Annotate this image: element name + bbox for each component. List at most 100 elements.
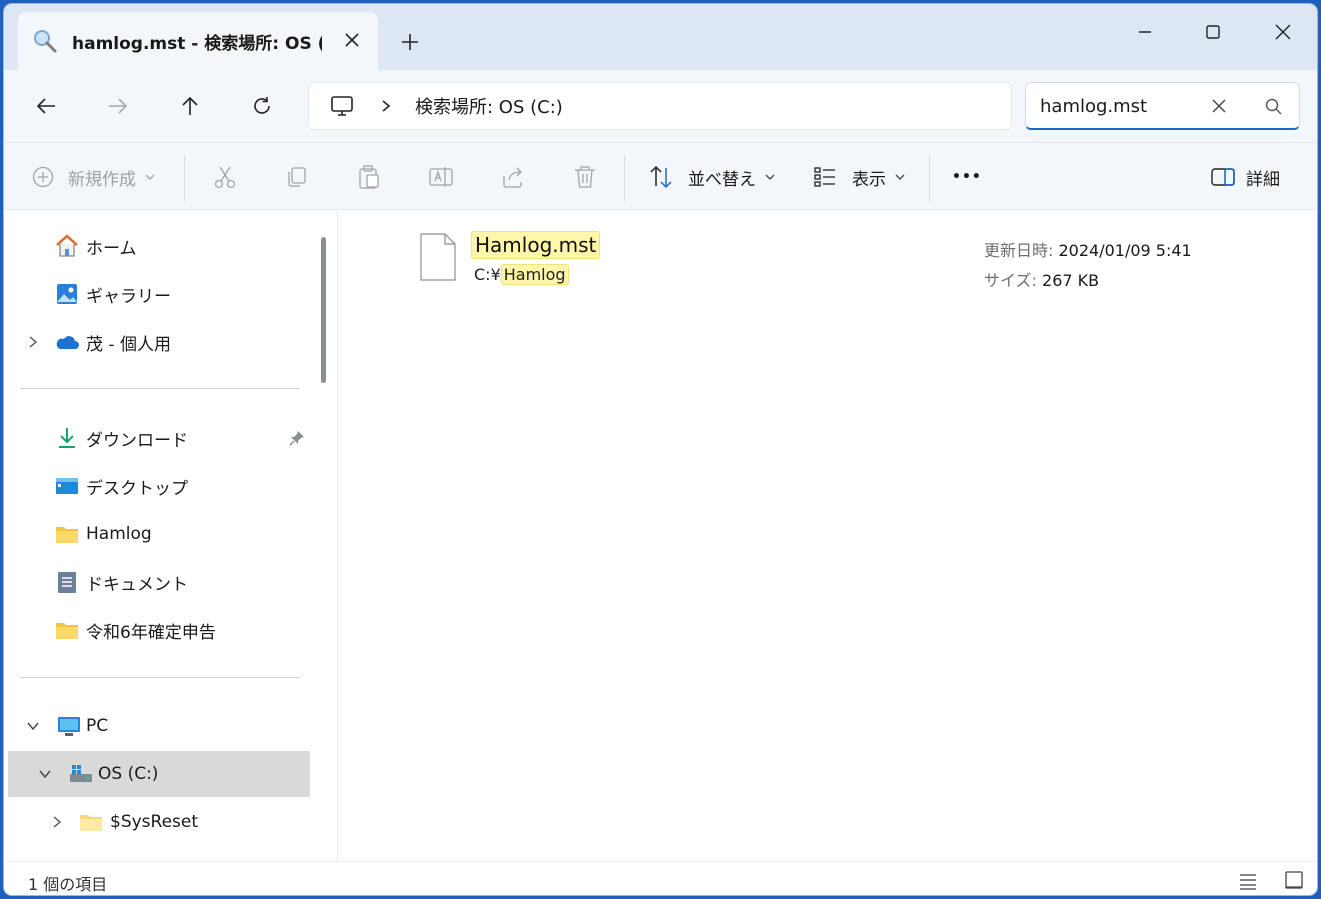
trash-icon [575, 166, 595, 188]
sidebar-item-label: ドキュメント [86, 574, 188, 595]
search-icon [34, 30, 57, 53]
clear-search-icon[interactable] [1210, 97, 1228, 115]
sidebar-item-label: ギャラリー [86, 286, 171, 307]
new-label: 新規作成 [68, 169, 136, 190]
computer-icon [58, 717, 80, 736]
sidebar-item-label: OS (C:) [98, 764, 159, 784]
file-name[interactable]: Hamlog.mst [471, 231, 601, 259]
sidebar-item-label: Hamlog [86, 524, 152, 544]
folder-icon [56, 623, 78, 639]
drive-icon [70, 765, 92, 782]
address-bar[interactable]: 検索場所: OS (C:) [308, 82, 1012, 130]
paste-button[interactable] [356, 143, 382, 211]
sidebar-item-os-c[interactable]: OS (C:) [8, 751, 310, 797]
details-view-icon[interactable] [1238, 870, 1258, 890]
sort-button[interactable]: 並べ替え [648, 143, 776, 211]
tab-search-results[interactable]: hamlog.mst - 検索場所: OS (C: [18, 12, 378, 70]
sort-label: 並べ替え [688, 169, 756, 190]
clipboard-icon [359, 165, 379, 189]
copy-icon [288, 167, 306, 187]
maximize-icon [1206, 25, 1220, 39]
sidebar-item-onedrive[interactable]: 茂 - 個人用 [4, 319, 310, 365]
plus-circle-icon [32, 166, 54, 188]
close-tab-icon[interactable] [342, 30, 362, 50]
file-icon [420, 233, 456, 281]
sidebar-item-label: 令和6年確定申告 [86, 622, 216, 643]
search-input[interactable] [1040, 93, 1210, 119]
large-icons-view-icon[interactable] [1284, 870, 1304, 890]
monitor-icon [331, 96, 353, 116]
onedrive-cloud-icon [56, 336, 79, 349]
new-button[interactable]: 新規作成 [32, 143, 156, 211]
forward-button[interactable] [102, 90, 134, 122]
sidebar-item-pc[interactable]: PC [4, 703, 310, 749]
gallery-icon [57, 284, 77, 304]
back-button[interactable] [30, 90, 62, 122]
chevron-down-icon [895, 174, 905, 180]
file-path-match: Hamlog [500, 264, 569, 285]
divider [20, 677, 300, 678]
sidebar-item-label: デスクトップ [86, 478, 188, 499]
sidebar-item-label: PC [86, 716, 109, 736]
chevron-down-icon[interactable] [26, 719, 40, 733]
cut-button[interactable] [212, 143, 238, 211]
chevron-down-icon[interactable] [38, 767, 52, 781]
divider [624, 155, 625, 201]
more-options-button[interactable]: ••• [952, 143, 982, 211]
home-icon [56, 234, 78, 257]
sidebar-item-desktop[interactable]: デスクトップ [4, 463, 310, 509]
sidebar-item-gallery[interactable]: ギャラリー [4, 271, 310, 317]
list-view-icon [814, 167, 835, 187]
rename-button[interactable] [428, 143, 454, 211]
copy-button[interactable] [284, 143, 310, 211]
close-icon [1275, 24, 1291, 40]
folder-icon [56, 527, 78, 543]
chevron-right-icon[interactable] [26, 335, 40, 349]
desktop-icon [56, 478, 78, 494]
chevron-right-icon[interactable] [50, 815, 64, 829]
navigation-pane: ホーム ギャラリー 茂 - 個人用 ダウンロード デスクトップ Hamlog ド… [4, 211, 338, 861]
file-explorer-window: hamlog.mst - 検索場所: OS (C: 検索場所: OS (C:) … [4, 4, 1317, 895]
sidebar-scrollbar[interactable] [321, 237, 326, 383]
maximize-button[interactable] [1188, 14, 1238, 50]
sidebar-item-downloads[interactable]: ダウンロード [4, 415, 310, 461]
sidebar-item-home[interactable]: ホーム [4, 223, 310, 269]
more-label: ••• [952, 169, 982, 185]
download-icon [59, 428, 75, 448]
sidebar-item-label: 茂 - 個人用 [86, 334, 171, 355]
close-window-button[interactable] [1258, 14, 1308, 50]
file-path: C:¥ Hamlog [474, 264, 569, 285]
file-size: サイズ: 267 KB [984, 267, 1099, 291]
sidebar-item-tax-return[interactable]: 令和6年確定申告 [4, 607, 310, 653]
chevron-down-icon [765, 174, 775, 180]
search-icon[interactable] [1264, 97, 1284, 117]
arrow-up-icon [182, 96, 198, 115]
sidebar-item-label: ダウンロード [86, 430, 188, 451]
refresh-button[interactable] [246, 90, 278, 122]
size-label: サイズ: [984, 271, 1037, 290]
title-bar: hamlog.mst - 検索場所: OS (C: [4, 4, 1317, 70]
divider [20, 388, 300, 389]
new-tab-icon[interactable] [398, 30, 422, 54]
details-pane-button[interactable]: 詳細 [1210, 143, 1280, 211]
divider [929, 155, 930, 201]
share-button[interactable] [500, 143, 526, 211]
sidebar-item-documents[interactable]: ドキュメント [4, 559, 310, 605]
view-button[interactable]: 表示 [812, 143, 906, 211]
share-icon [503, 167, 522, 188]
search-box[interactable] [1025, 82, 1300, 130]
up-button[interactable] [174, 90, 206, 122]
delete-button[interactable] [572, 143, 598, 211]
details-label: 詳細 [1246, 169, 1280, 190]
minimize-button[interactable] [1120, 14, 1170, 50]
command-bar: 新規作成 並べ替え 表示 ••• 詳細 [4, 142, 1317, 210]
size-value: 267 KB [1042, 271, 1100, 290]
pin-icon[interactable] [288, 429, 306, 447]
tab-title: hamlog.mst - 検索場所: OS (C: [72, 33, 322, 54]
navigation-bar: 検索場所: OS (C:) [4, 70, 1317, 142]
chevron-right-icon[interactable] [379, 99, 393, 113]
sidebar-item-sysreset[interactable]: $SysReset [4, 799, 310, 845]
sidebar-item-hamlog[interactable]: Hamlog [4, 511, 310, 557]
file-path-prefix: C:¥ [474, 265, 501, 284]
refresh-icon [254, 97, 270, 114]
